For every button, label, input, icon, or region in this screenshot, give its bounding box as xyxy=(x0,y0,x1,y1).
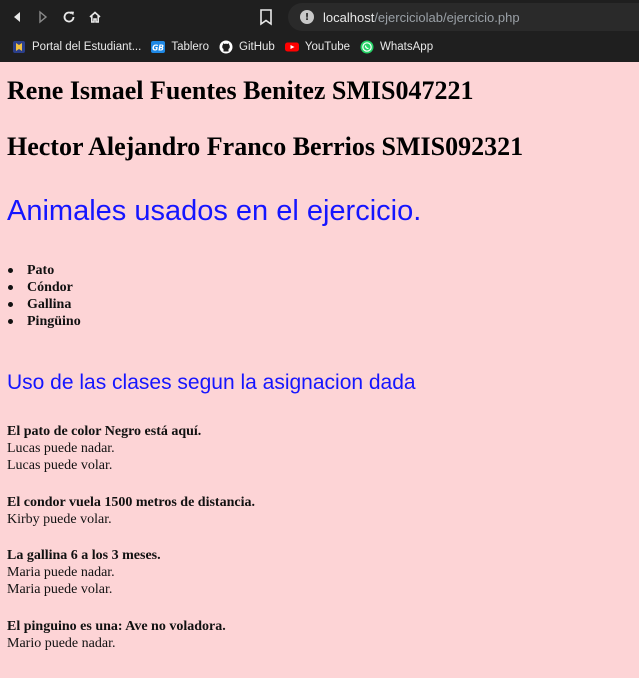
block-line: Lucas puede volar. xyxy=(7,458,113,473)
bookmark-tablero[interactable]: GB Tablero xyxy=(151,40,209,54)
bookmark-portal[interactable]: Portal del Estudiant... xyxy=(12,40,141,54)
output-block-pinguino: El pinguino es una: Ave no voladora. Mar… xyxy=(7,618,226,652)
whatsapp-icon xyxy=(360,40,374,54)
reload-icon xyxy=(63,11,75,23)
block-line: Maria puede volar. xyxy=(7,582,113,597)
author-name: Hector Alejandro Franco Berrios SMIS0923… xyxy=(7,132,524,161)
list-item: Pingüino xyxy=(7,313,81,330)
bullet-icon xyxy=(8,302,13,307)
bookmark-whatsapp[interactable]: WhatsApp xyxy=(360,40,433,54)
animal-name: Pingüino xyxy=(27,314,81,329)
list-item: Gallina xyxy=(7,296,81,313)
bookmark-youtube[interactable]: YouTube xyxy=(284,40,351,54)
bullet-icon xyxy=(8,319,13,324)
bookmark-label: Portal del Estudiant... xyxy=(32,41,142,53)
bookmark-label: YouTube xyxy=(304,41,351,53)
back-button[interactable] xyxy=(6,6,28,28)
output-block-gallina: La gallina 6 a los 3 meses. Maria puede … xyxy=(7,547,161,598)
block-line: Kirby puede volar. xyxy=(7,512,112,527)
bookmark-icon[interactable] xyxy=(258,8,274,26)
portal-icon xyxy=(12,40,26,54)
bullet-icon xyxy=(8,268,13,273)
bookmarks-bar: Portal del Estudiant... GB Tablero GitHu… xyxy=(0,34,639,60)
browser-toolbar: ! localhost/ejerciciolab/ejercicio.php xyxy=(0,0,639,34)
url-text[interactable]: localhost/ejerciciolab/ejercicio.php xyxy=(323,10,520,25)
reload-button[interactable] xyxy=(58,6,80,28)
output-block-pato: El pato de color Negro está aquí. Lucas … xyxy=(7,423,201,474)
block-title: El pinguino es una: Ave no voladora. xyxy=(7,619,226,634)
animal-list: Pato Cóndor Gallina Pingüino xyxy=(7,262,81,330)
bullet-icon xyxy=(8,285,13,290)
site-info-icon[interactable]: ! xyxy=(300,10,314,24)
bookmark-github[interactable]: GitHub xyxy=(219,40,275,54)
gb-icon: GB xyxy=(151,40,166,54)
gb-icon-text: GB xyxy=(152,44,164,53)
url-path: /ejerciciolab/ejercicio.php xyxy=(374,9,520,25)
block-title: El pato de color Negro está aquí. xyxy=(7,424,202,439)
animals-heading: Animales usados en el ejercicio. xyxy=(7,195,422,227)
list-item: Pato xyxy=(7,262,81,279)
bookmark-label: GitHub xyxy=(239,41,275,53)
block-line: Mario puede nadar. xyxy=(7,636,116,651)
animal-name: Pato xyxy=(27,263,55,278)
block-title: El condor vuela 1500 metros de distancia… xyxy=(7,495,255,510)
back-arrow-icon xyxy=(14,12,20,22)
page-content: Rene Ismael Fuentes Benitez SMIS047221 H… xyxy=(0,62,639,678)
home-icon xyxy=(89,11,101,23)
animal-name: Gallina xyxy=(27,297,72,312)
output-block-condor: El condor vuela 1500 metros de distancia… xyxy=(7,494,255,528)
home-button[interactable] xyxy=(84,6,106,28)
block-title: La gallina 6 a los 3 meses. xyxy=(7,548,161,563)
address-bar[interactable]: ! localhost/ejerciciolab/ejercicio.php xyxy=(288,3,639,31)
github-icon xyxy=(219,40,233,54)
url-host: localhost xyxy=(323,9,375,25)
block-line: Maria puede nadar. xyxy=(7,565,115,580)
list-item: Cóndor xyxy=(7,279,81,296)
forward-arrow-icon xyxy=(39,10,48,24)
author-name: Rene Ismael Fuentes Benitez SMIS047221 xyxy=(7,76,474,105)
classes-heading: Uso de las clases segun la asignacion da… xyxy=(7,371,416,394)
bookmark-label: WhatsApp xyxy=(380,41,434,53)
youtube-icon xyxy=(284,40,299,54)
animal-name: Cóndor xyxy=(27,280,73,295)
forward-button[interactable] xyxy=(32,6,54,28)
bookmark-label: Tablero xyxy=(171,41,210,53)
block-line: Lucas puede nadar. xyxy=(7,441,115,456)
